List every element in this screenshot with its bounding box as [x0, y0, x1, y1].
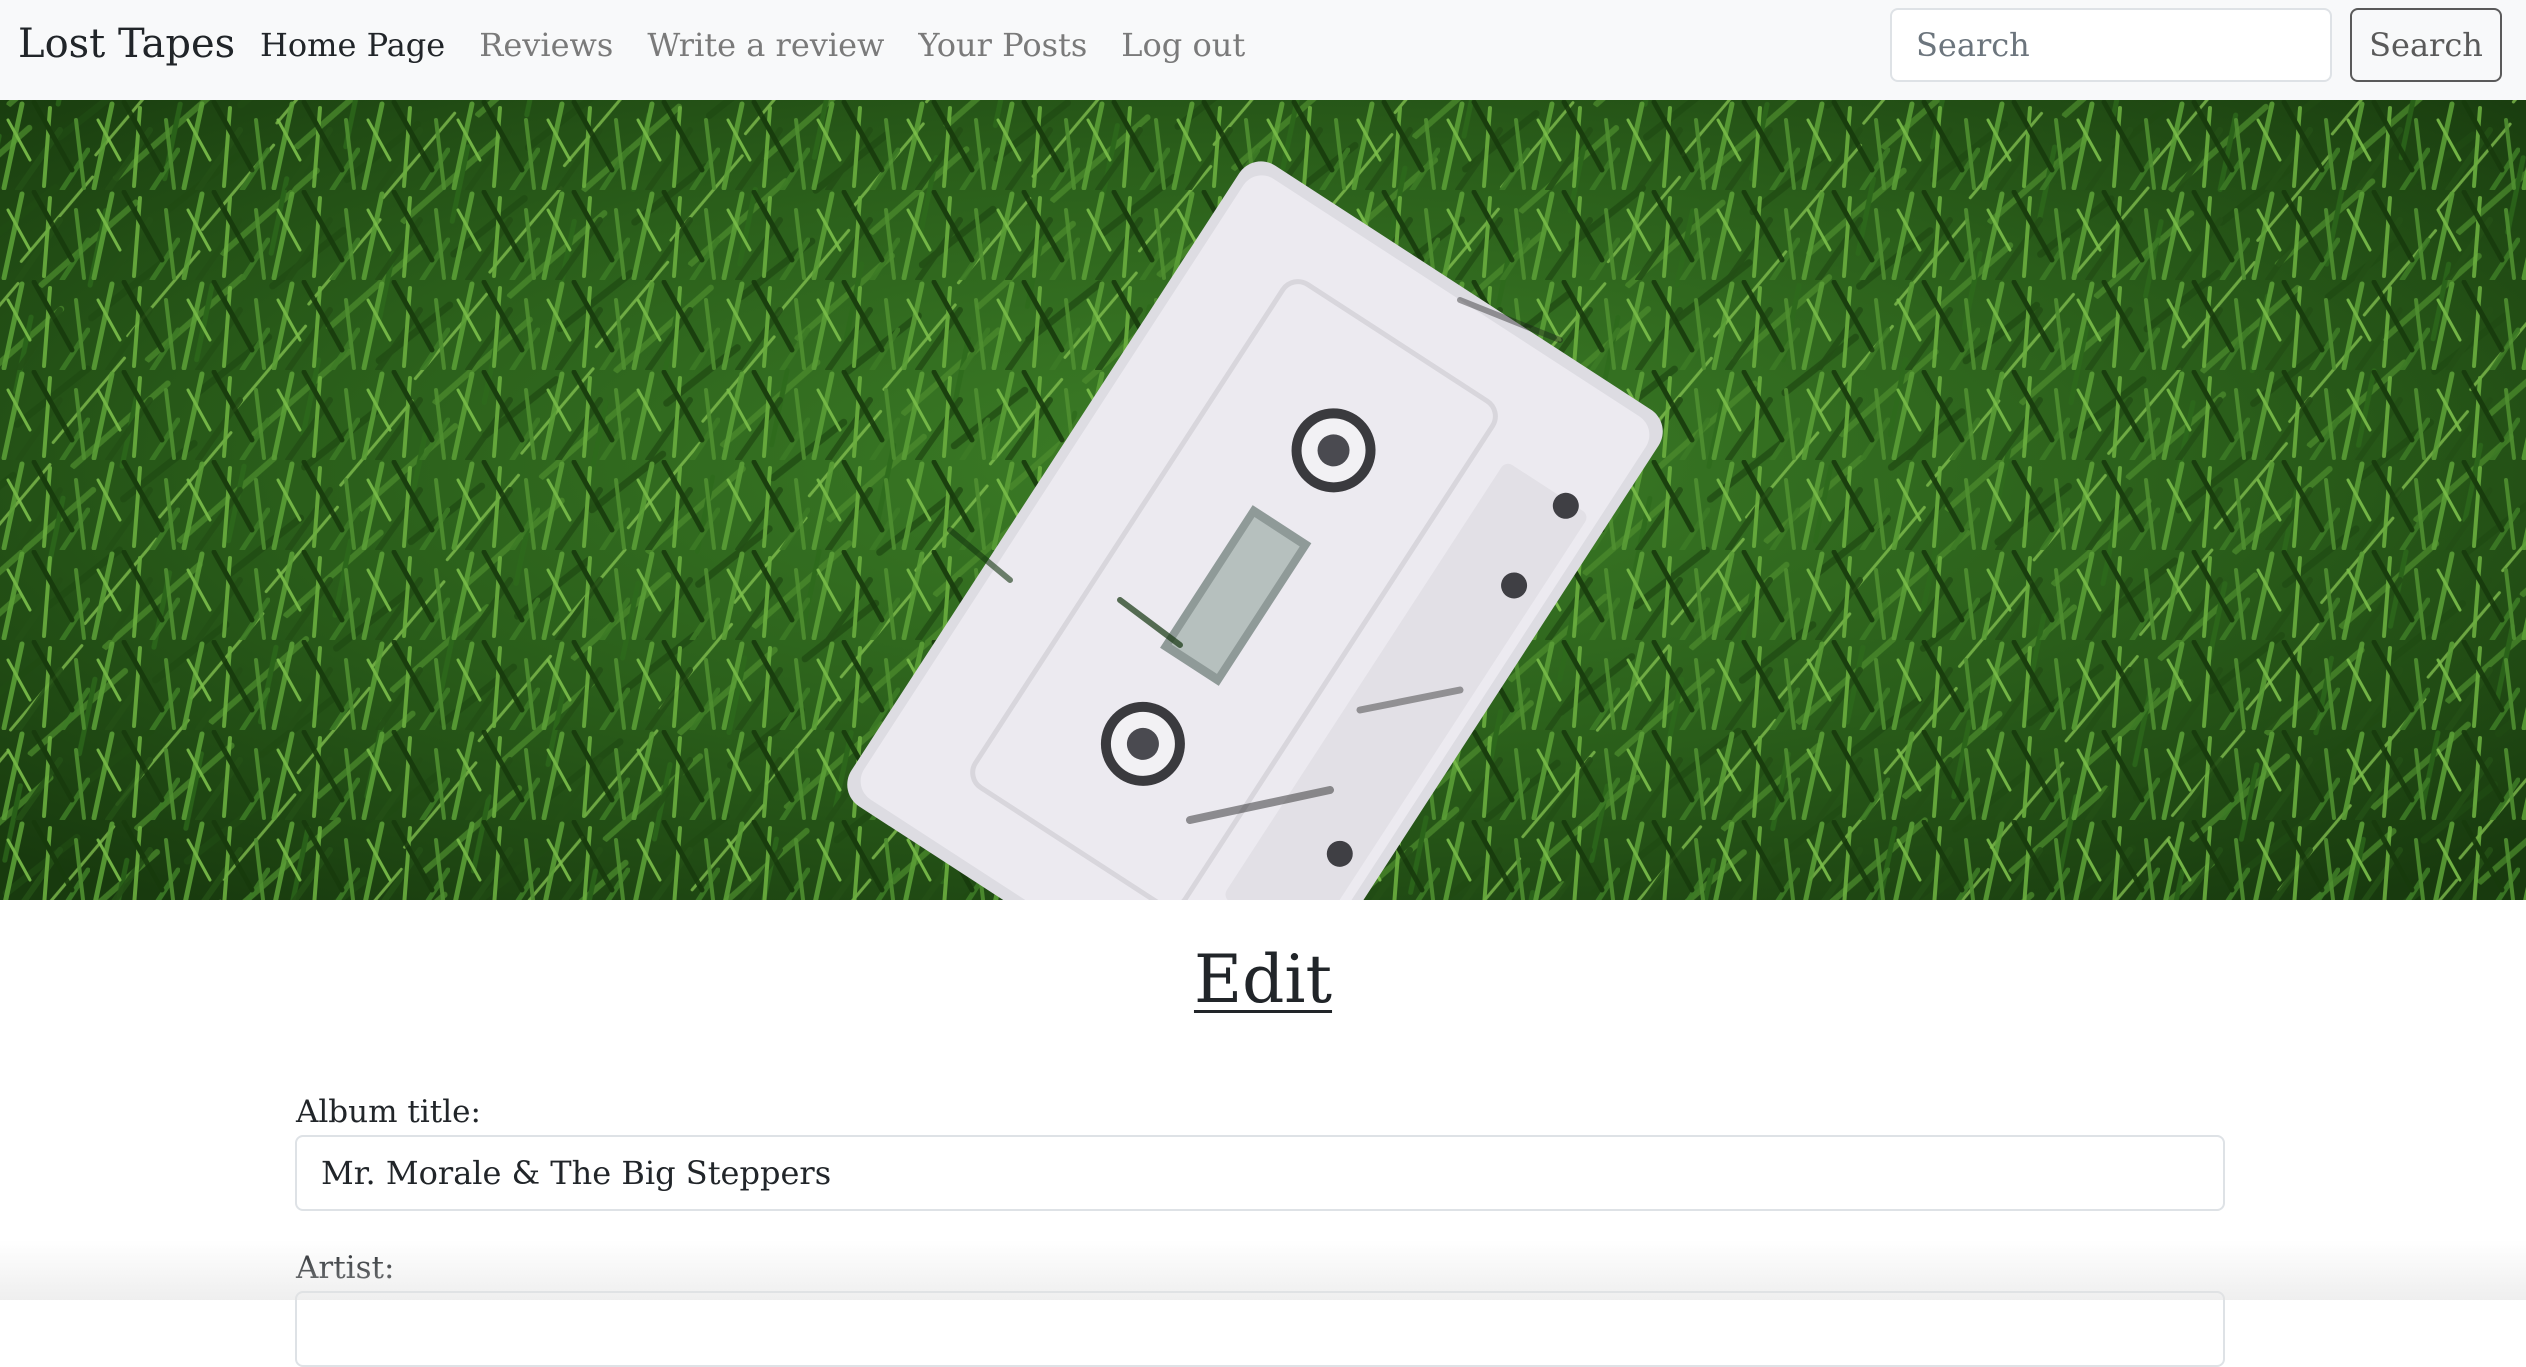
artist-input[interactable]	[295, 1291, 2225, 1367]
album-title-input[interactable]	[295, 1135, 2225, 1211]
album-title-label: Album title:	[296, 1094, 481, 1130]
nav-link-write-a-review[interactable]: Write a review	[647, 22, 884, 68]
top-navbar: Lost Tapes Home Page Reviews Write a rev…	[0, 0, 2526, 100]
nav-link-home-page[interactable]: Home Page	[260, 22, 445, 68]
search-input[interactable]	[1890, 8, 2332, 82]
hero-cassette-on-grass-image	[0, 100, 2526, 900]
nav-links: Home Page Reviews Write a review Your Po…	[260, 22, 1245, 68]
nav-link-reviews[interactable]: Reviews	[479, 22, 613, 68]
nav-link-your-posts[interactable]: Your Posts	[918, 22, 1087, 68]
artist-label: Artist:	[296, 1250, 395, 1286]
page-title: Edit	[1193, 941, 1333, 1018]
hero-banner	[0, 100, 2526, 900]
search-button[interactable]: Search	[2350, 8, 2502, 82]
nav-link-log-out[interactable]: Log out	[1121, 22, 1245, 68]
brand-logo-link[interactable]: Lost Tapes	[18, 18, 235, 70]
